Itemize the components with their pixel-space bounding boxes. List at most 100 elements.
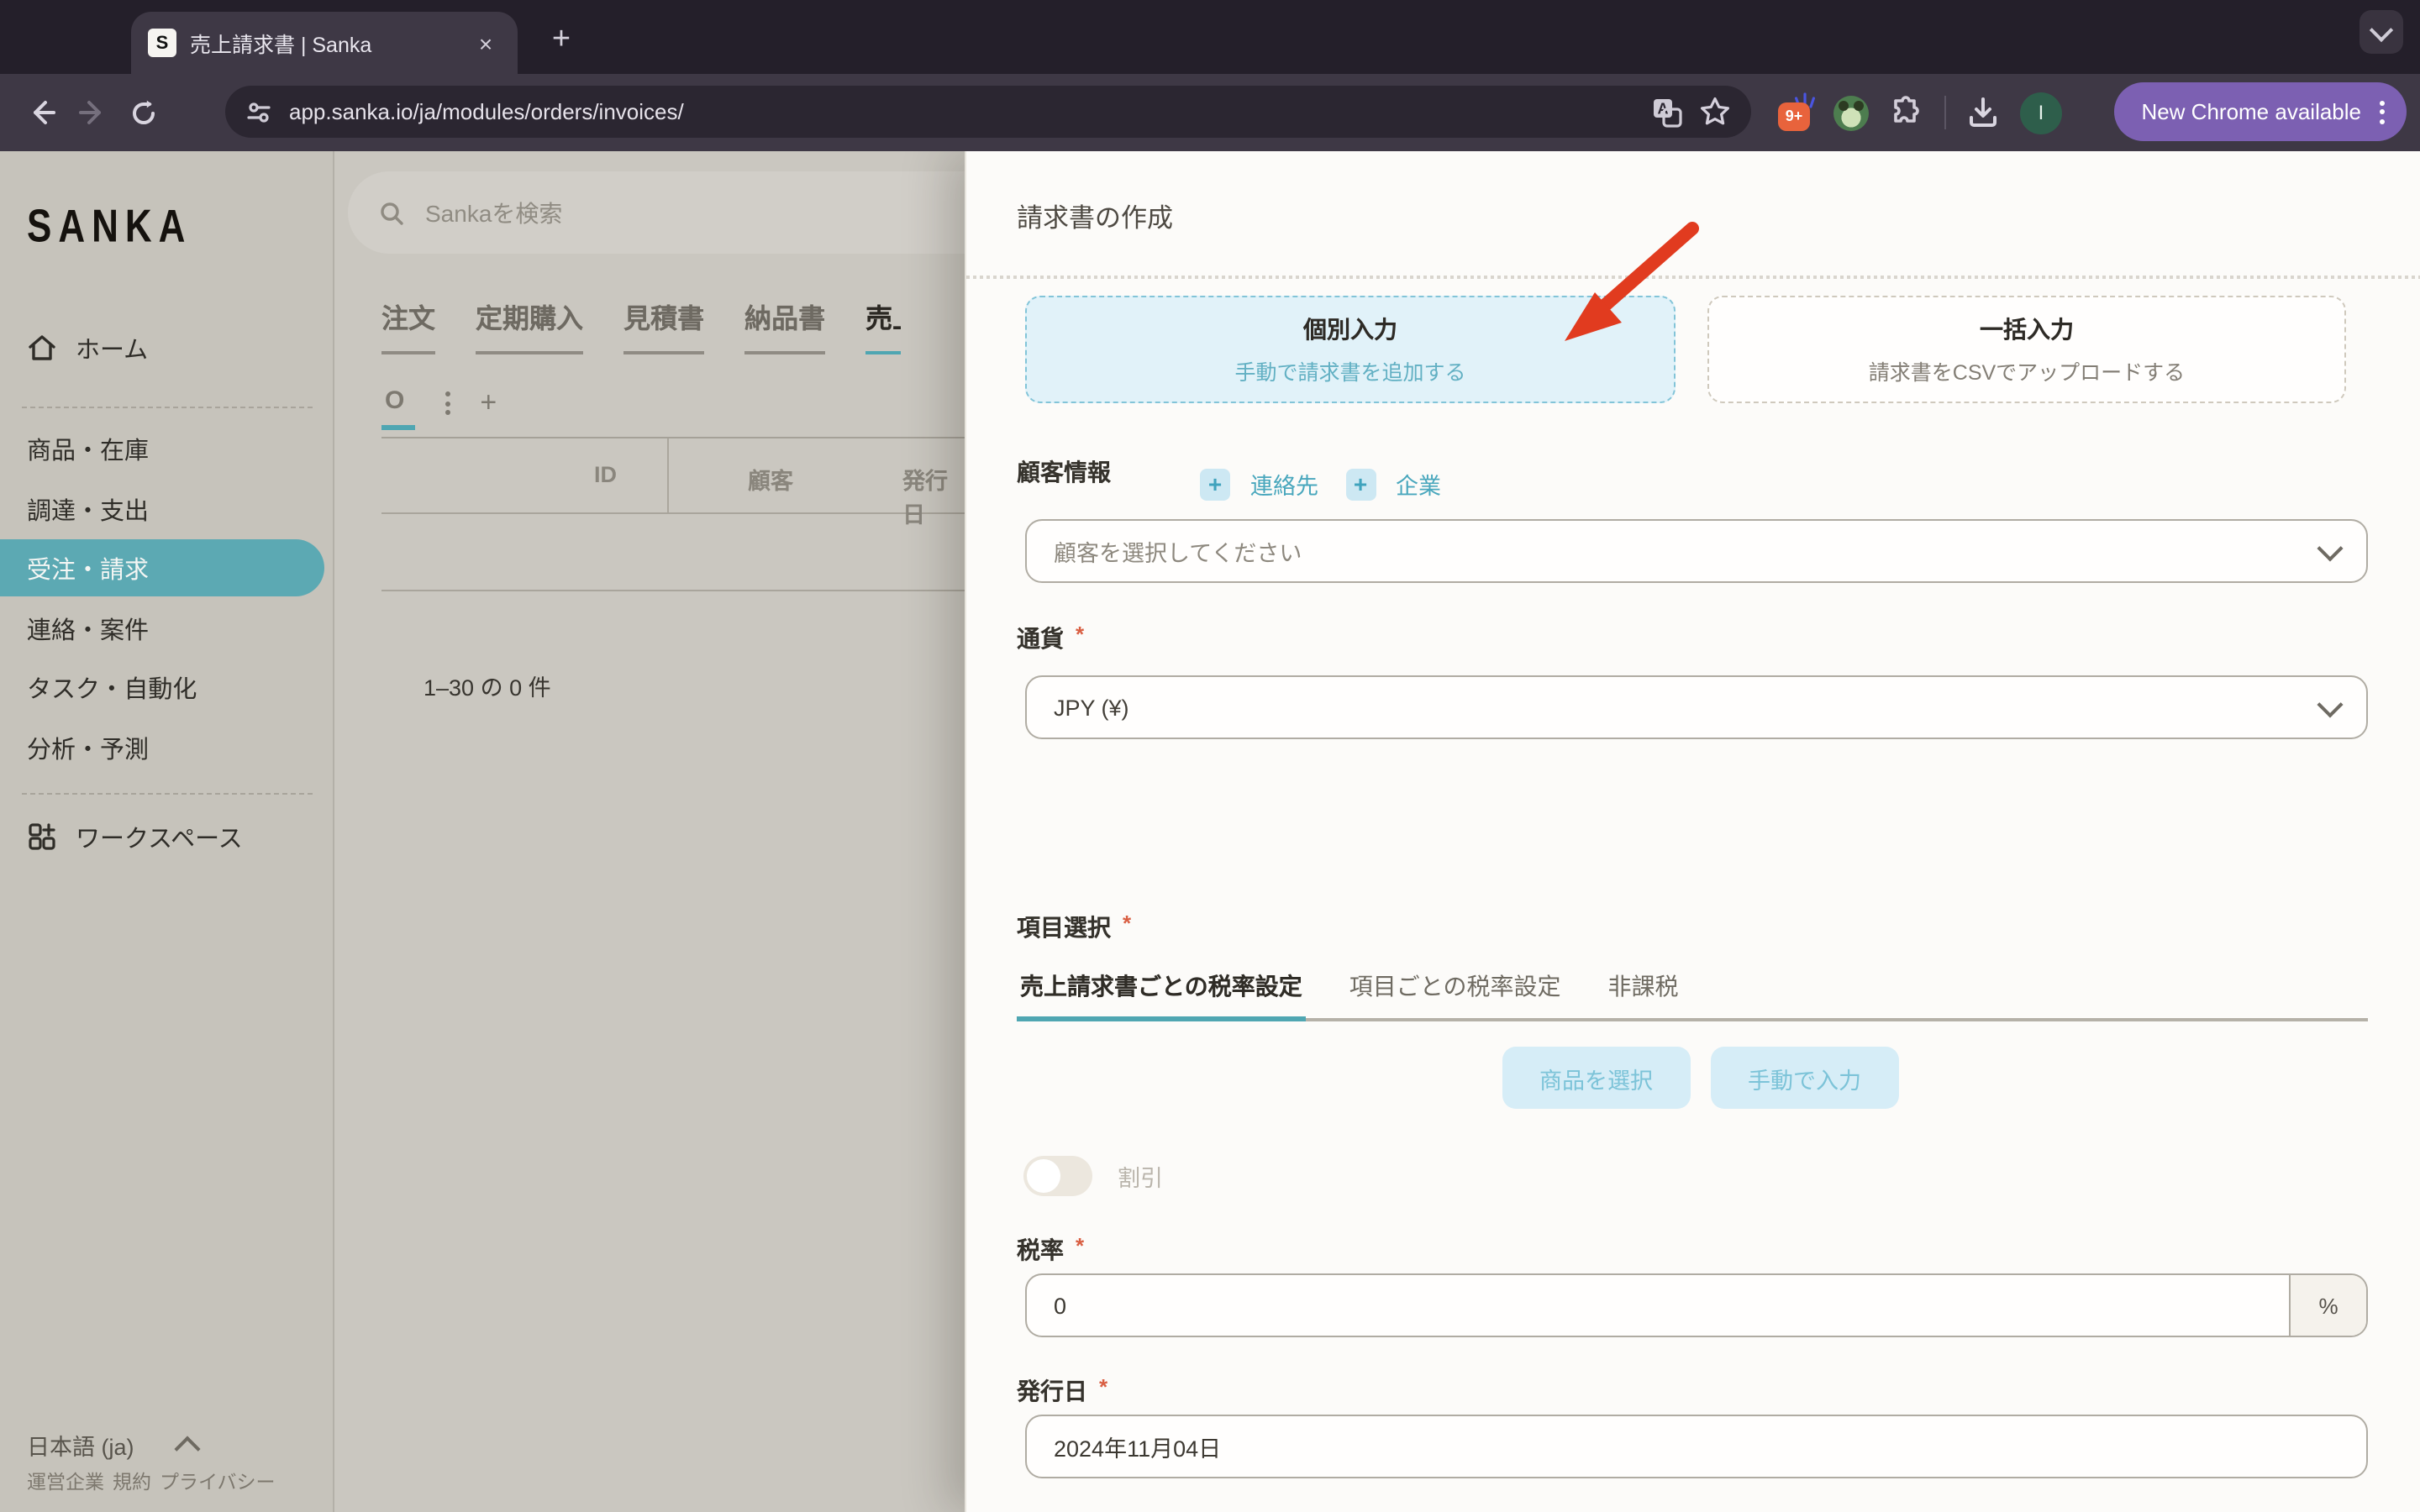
tab-delivery-notes[interactable]: 納品書 [744, 296, 826, 354]
sidebar-item-procurement[interactable]: 調達・支出 [0, 480, 334, 538]
forward-icon [79, 101, 101, 124]
column-divider [667, 438, 669, 512]
chevron-down-icon [2317, 690, 2344, 717]
site-favicon: S [148, 29, 176, 57]
forward-button[interactable] [67, 87, 118, 138]
discount-label: 割引 [1118, 1166, 1163, 1191]
profile-avatar[interactable]: I [2020, 92, 2062, 134]
tab-subscriptions[interactable]: 定期購入 [476, 296, 584, 354]
screen: S 売上請求書 | Sanka × + app.sanka.io/ja/modu… [0, 0, 2420, 1512]
browser-tab[interactable]: S 売上請求書 | Sanka × [131, 12, 518, 74]
tab-close-icon[interactable]: × [471, 28, 501, 58]
sidebar-item-analytics[interactable]: 分析・予測 [0, 719, 334, 776]
tab-orders[interactable]: 注文 [381, 296, 436, 354]
tab-tax-exempt[interactable]: 非課税 [1604, 969, 1681, 1018]
sidebar-item-contacts-deals[interactable]: 連絡・案件 [0, 600, 334, 657]
invoice-create-panel: 請求書の作成 個別入力 手動で請求書を追加する 一括入力 請求書をCSVでアップ… [965, 151, 2420, 1512]
discount-toggle[interactable] [1023, 1156, 1092, 1196]
module-tabs: 注文 定期購入 見積書 納品書 売上請求書 [381, 296, 902, 354]
chevron-down-icon [2317, 534, 2344, 561]
discount-toggle-row: 割引 [1023, 1156, 1163, 1196]
add-view-button[interactable]: + [480, 386, 497, 420]
view-options-icon[interactable] [445, 391, 450, 415]
column-customer[interactable]: 顧客 [748, 462, 793, 496]
chrome-update-label: New Chrome available [2141, 99, 2361, 124]
chrome-update-button[interactable]: New Chrome available [2114, 82, 2407, 141]
pagination-status: 1–30 の 0 件 [424, 675, 551, 701]
browser-toolbar: app.sanka.io/ja/modules/orders/invoices/… [0, 74, 2420, 151]
panel-divider [966, 276, 2420, 279]
issue-date-label: 発行日 * [1017, 1374, 1108, 1404]
back-icon [34, 101, 55, 124]
toggle-knob [1027, 1159, 1060, 1193]
sidebar-footer-links: 運営企業 規約 プライバシー [27, 1468, 276, 1495]
item-select-label: 項目選択 * [1017, 911, 1132, 941]
sidebar-item-label: ワークスペース [76, 826, 243, 853]
browser-menu-icon[interactable] [2375, 100, 2390, 123]
footer-link-company[interactable]: 運営企業 [27, 1468, 104, 1495]
tab-sales-invoices[interactable]: 売上請求書 [865, 296, 902, 354]
browser-tabstrip: S 売上請求書 | Sanka × + [0, 0, 2420, 74]
manual-input-button[interactable]: 手動で入力 [1711, 1047, 1898, 1109]
add-company-icon[interactable]: + [1345, 468, 1376, 500]
bulk-entry-card[interactable]: 一括入力 請求書をCSVでアップロードする [1707, 296, 2346, 403]
sidebar-item-orders-billing[interactable]: 受注・請求 [0, 539, 324, 596]
customer-select[interactable]: 顧客を選択してください [1025, 519, 2368, 583]
add-contact-icon[interactable]: + [1200, 468, 1230, 500]
chevron-down-icon [2369, 17, 2394, 42]
sidebar-item-workspace[interactable]: ワークスペース [0, 808, 334, 865]
downloads-icon[interactable] [1966, 96, 2000, 129]
currency-label: 通貨 * [1017, 622, 1085, 652]
tab-quotes[interactable]: 見積書 [623, 296, 705, 354]
workspace-grid-icon [29, 823, 55, 850]
individual-entry-card[interactable]: 個別入力 手動で請求書を追加する [1025, 296, 1676, 403]
add-contact-link[interactable]: 連絡先 [1250, 467, 1318, 501]
chevron-up-icon [173, 1435, 201, 1462]
panel-title: 請求書の作成 [1017, 205, 1174, 234]
footer-link-privacy[interactable]: プライバシー [160, 1468, 276, 1495]
tab-invoice-level-tax[interactable]: 売上請求書ごとの税率設定 [1017, 969, 1306, 1021]
tax-rate-input[interactable] [1027, 1275, 2289, 1336]
view-toolbar: O + [381, 386, 965, 430]
sidebar-divider [22, 407, 313, 408]
tax-rate-label: 税率 * [1017, 1233, 1085, 1263]
home-icon [29, 335, 55, 360]
select-product-button[interactable]: 商品を選択 [1502, 1047, 1690, 1109]
reload-icon [132, 99, 154, 123]
bookmark-star-icon[interactable] [1699, 96, 1731, 128]
sidebar-item-products[interactable]: 商品・在庫 [0, 420, 334, 477]
table-header: ID 顧客 発行日 [381, 438, 965, 528]
sidebar-item-home[interactable]: ホーム [0, 319, 334, 376]
customer-add-links: + 連絡先 + 企業 [1200, 467, 1448, 501]
translate-icon[interactable]: A [1652, 97, 1682, 127]
extensions-puzzle-icon[interactable] [1889, 95, 1924, 130]
currency-select[interactable]: JPY (¥) [1025, 675, 2368, 739]
search-input[interactable] [422, 197, 933, 228]
customer-info-label: 顧客情報 [1017, 459, 1111, 486]
footer-link-terms[interactable]: 規約 [113, 1468, 151, 1495]
sidebar: SANKA ホーム 商品・在庫 調達・支出 受注・請求 連絡・案件 タスク・自動… [0, 151, 334, 1512]
sanka-logo[interactable]: SANKA [27, 200, 192, 255]
app-page: SANKA ホーム 商品・在庫 調達・支出 受注・請求 連絡・案件 タスク・自動… [0, 151, 2420, 1512]
tab-search-button[interactable] [2360, 10, 2403, 54]
new-tab-button[interactable]: + [538, 17, 585, 64]
url-text[interactable]: app.sanka.io/ja/modules/orders/invoices/ [289, 99, 1635, 124]
reload-button[interactable] [118, 87, 168, 138]
sidebar-item-label: ホーム [76, 337, 149, 364]
sidebar-divider [22, 793, 313, 795]
toolbar-extensions: 9+ I [1778, 74, 2062, 151]
view-tab[interactable]: O [381, 386, 415, 430]
language-switcher[interactable]: 日本語 (ja) [27, 1428, 201, 1462]
language-label: 日本語 (ja) [27, 1435, 134, 1460]
column-id[interactable]: ID [594, 462, 617, 487]
back-button[interactable] [17, 87, 67, 138]
add-company-link[interactable]: 企業 [1396, 467, 1441, 501]
sidebar-item-tasks-automation[interactable]: タスク・自動化 [0, 659, 334, 716]
percent-addon: % [2289, 1275, 2366, 1336]
url-bar[interactable]: app.sanka.io/ja/modules/orders/invoices/… [225, 86, 1751, 138]
extension-badge-icon[interactable]: 9+ [1778, 92, 1815, 130]
issue-date-input[interactable] [1027, 1416, 2366, 1477]
frog-extension-icon[interactable] [1833, 95, 1869, 130]
search-icon [381, 202, 403, 224]
tab-item-level-tax[interactable]: 項目ごとの税率設定 [1346, 969, 1565, 1018]
